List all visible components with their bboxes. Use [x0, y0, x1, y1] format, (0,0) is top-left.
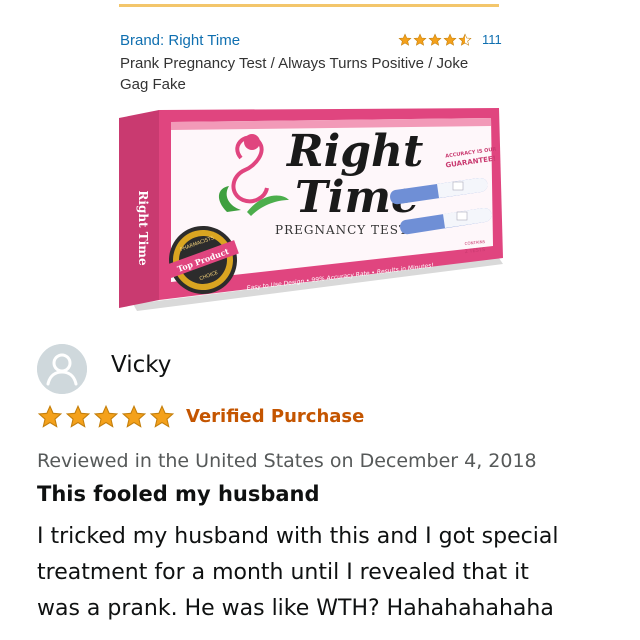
star-icon	[121, 404, 147, 428]
box-side-text: Right Time	[136, 190, 150, 266]
logo-right: Right	[285, 126, 423, 177]
product-title[interactable]: Prank Pregnancy Test / Always Turns Posi…	[120, 53, 500, 95]
avatar[interactable]	[37, 344, 87, 394]
star-icon	[65, 404, 91, 428]
star-icon	[398, 32, 412, 46]
review-star-rating	[37, 404, 175, 430]
reviewer-name[interactable]: Vicky	[111, 352, 171, 378]
star-icon	[149, 404, 175, 428]
star-icon	[443, 32, 457, 46]
product-rating[interactable]: 111	[398, 32, 502, 47]
review-date: Reviewed in the United States on Decembe…	[37, 450, 537, 472]
verified-purchase-badge: Verified Purchase	[186, 406, 365, 427]
user-icon	[37, 344, 87, 394]
star-icon	[93, 404, 119, 428]
card-accent-divider	[119, 4, 499, 7]
product-card[interactable]: Brand: Right Time 111 Prank Pregnancy Te…	[104, 0, 522, 318]
star-icon	[428, 32, 442, 46]
product-image[interactable]: Right Time Right Time PREGNANCY TEST ACC…	[119, 108, 507, 312]
brand-link[interactable]: Brand: Right Time	[120, 32, 240, 49]
star-icon	[413, 32, 427, 46]
review-title[interactable]: This fooled my husband	[37, 482, 320, 506]
review-body-line: I tricked my husband with this and I got…	[37, 524, 559, 549]
star-icon	[37, 404, 63, 428]
review-body-line: was a prank. He was like WTH? Hahahahaha…	[37, 596, 554, 621]
review-body-line: treatment for a month until I revealed t…	[37, 560, 529, 585]
product-rating-stars[interactable]	[398, 32, 472, 47]
box-subtitle: PREGNANCY TEST	[275, 223, 408, 237]
review-body: I tricked my husband with this and I got…	[37, 519, 637, 627]
rating-count[interactable]: 111	[482, 32, 502, 47]
half-star-icon	[458, 32, 472, 46]
